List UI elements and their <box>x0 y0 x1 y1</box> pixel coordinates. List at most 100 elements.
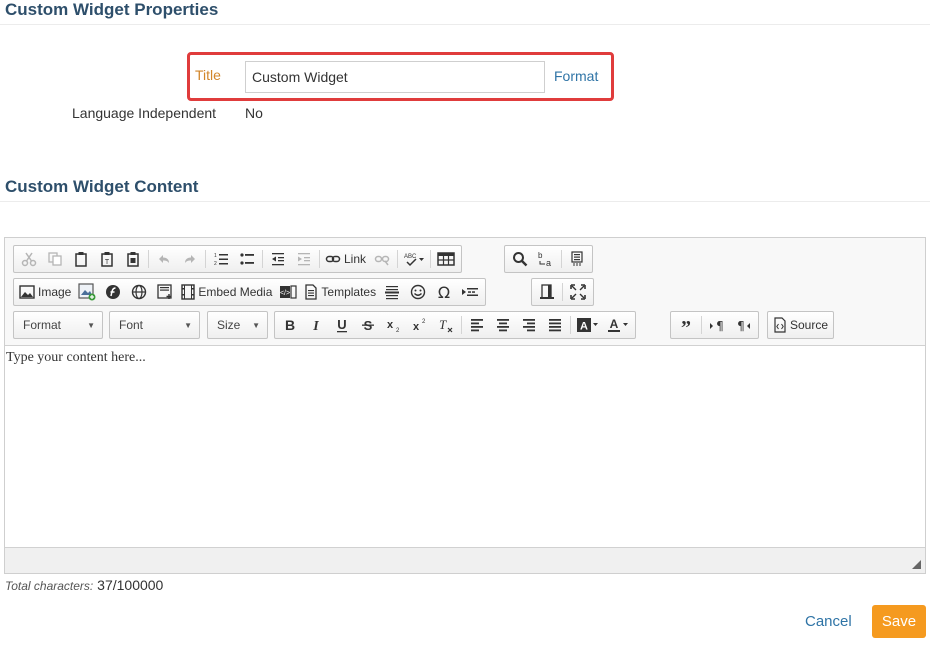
text-direction-rtl-icon[interactable]: ¶ <box>730 313 756 337</box>
embed-media-button[interactable]: Embed Media <box>178 280 275 304</box>
templates-label: Templates <box>321 285 377 299</box>
format-link[interactable]: Format <box>554 68 598 84</box>
cut-icon[interactable] <box>16 247 42 271</box>
svg-text:¶: ¶ <box>716 319 724 333</box>
svg-text:</>: </> <box>280 290 290 297</box>
paste-icon[interactable] <box>68 247 94 271</box>
svg-text:a: a <box>546 258 551 268</box>
text-direction-ltr-icon[interactable]: ¶ <box>704 313 730 337</box>
flash-icon[interactable] <box>100 280 126 304</box>
source-group: Source <box>767 311 835 339</box>
iframe-globe-icon[interactable] <box>126 280 152 304</box>
horizontal-line-icon[interactable] <box>379 280 405 304</box>
align-left-icon[interactable] <box>464 313 490 337</box>
bulleted-list-icon[interactable] <box>234 247 260 271</box>
font-dropdown-value: Font <box>119 318 144 332</box>
character-count: Total characters: 37/100000 <box>5 577 163 593</box>
search-group: ba <box>504 245 593 273</box>
text-color-icon[interactable]: A <box>603 313 633 337</box>
svg-text:¶: ¶ <box>737 319 745 333</box>
font-dropdown[interactable]: Font ▼ <box>109 311 200 339</box>
italic-icon[interactable]: I <box>303 313 329 337</box>
justify-icon[interactable] <box>542 313 568 337</box>
save-button[interactable]: Save <box>872 605 926 638</box>
toolbar-separator <box>319 250 320 268</box>
bold-icon[interactable]: B <box>277 313 303 337</box>
embed-code-icon[interactable]: </> <box>275 280 301 304</box>
background-color-icon[interactable]: A <box>573 313 603 337</box>
editor-placeholder-text: Type your content here... <box>6 350 146 365</box>
chevron-down-icon: ▼ <box>184 321 192 330</box>
properties-heading: Custom Widget Properties <box>5 0 219 19</box>
svg-text:I: I <box>312 319 319 333</box>
blocks-group: ” ¶ ¶ <box>670 311 759 339</box>
content-divider <box>0 201 930 202</box>
templates-button[interactable]: Templates <box>301 280 379 304</box>
svg-text:B: B <box>285 317 295 333</box>
superscript-icon[interactable]: x2 <box>407 313 433 337</box>
svg-text:”: ” <box>681 317 691 333</box>
svg-text:Ω: Ω <box>438 284 450 300</box>
character-count-value: 37/100000 <box>97 577 164 593</box>
blockquote-icon[interactable]: ” <box>673 313 699 337</box>
embed-media-label: Embed Media <box>198 285 273 299</box>
size-dropdown[interactable]: Size ▼ <box>207 311 268 339</box>
smiley-icon[interactable] <box>405 280 431 304</box>
redo-icon[interactable] <box>177 247 203 271</box>
toolbar-separator <box>701 316 702 334</box>
resize-grip-icon[interactable] <box>912 560 921 569</box>
svg-text:T: T <box>439 317 447 332</box>
editor-content-area[interactable]: Type your content here... <box>5 346 925 547</box>
remove-format-icon[interactable]: T <box>433 313 459 337</box>
toolbar-separator <box>461 316 462 334</box>
content-heading: Custom Widget Content <box>5 177 199 196</box>
image-button[interactable]: Image <box>16 280 74 304</box>
language-independent-value: No <box>245 105 263 121</box>
undo-icon[interactable] <box>151 247 177 271</box>
find-icon[interactable] <box>507 247 533 271</box>
view-group <box>531 278 594 306</box>
show-blocks-icon[interactable] <box>564 247 590 271</box>
title-label: Title <box>195 67 221 83</box>
maximize-icon[interactable] <box>565 280 591 304</box>
subscript-icon[interactable]: x2 <box>381 313 407 337</box>
size-dropdown-value: Size <box>217 318 241 332</box>
svg-text:2: 2 <box>422 319 426 325</box>
align-center-icon[interactable] <box>490 313 516 337</box>
toolbar-separator <box>561 250 562 268</box>
page-break-icon[interactable] <box>457 280 483 304</box>
svg-text:T: T <box>105 259 110 266</box>
underline-icon[interactable]: U <box>329 313 355 337</box>
indent-icon[interactable] <box>291 247 317 271</box>
link-button[interactable]: Link <box>322 247 369 271</box>
align-right-icon[interactable] <box>516 313 542 337</box>
title-input[interactable] <box>245 61 545 93</box>
paste-word-icon[interactable] <box>120 247 146 271</box>
format-dropdown[interactable]: Format ▼ <box>13 311 103 339</box>
outdent-icon[interactable] <box>265 247 291 271</box>
strikethrough-icon[interactable]: S <box>355 313 381 337</box>
copy-icon[interactable] <box>42 247 68 271</box>
numbered-list-icon[interactable]: 12 <box>208 247 234 271</box>
cancel-button[interactable]: Cancel <box>805 613 852 630</box>
unlink-icon[interactable] <box>369 247 395 271</box>
special-char-omega-icon[interactable]: Ω <box>431 280 457 304</box>
clipboard-group: T 12 Link ABC <box>13 245 463 273</box>
svg-text:b: b <box>538 251 543 260</box>
toolbar-separator <box>148 250 149 268</box>
preview-icon[interactable] <box>534 280 560 304</box>
character-count-label: Total characters: <box>5 579 94 593</box>
paste-text-icon[interactable]: T <box>94 247 120 271</box>
replace-icon[interactable]: ba <box>533 247 559 271</box>
svg-text:x: x <box>387 319 394 331</box>
insert-widget-icon[interactable] <box>152 280 178 304</box>
insert-image-plus-icon[interactable] <box>74 280 100 304</box>
editor-toolbar: T 12 Link ABC b a Image Embed Media </> … <box>5 238 925 346</box>
source-button[interactable]: Source <box>770 313 831 337</box>
spellcheck-button[interactable]: ABC <box>400 247 428 271</box>
language-independent-label: Language Independent <box>72 105 217 121</box>
source-label: Source <box>790 318 829 332</box>
chevron-down-icon: ▼ <box>252 321 260 330</box>
svg-text:1: 1 <box>214 253 217 259</box>
table-icon[interactable] <box>433 247 459 271</box>
